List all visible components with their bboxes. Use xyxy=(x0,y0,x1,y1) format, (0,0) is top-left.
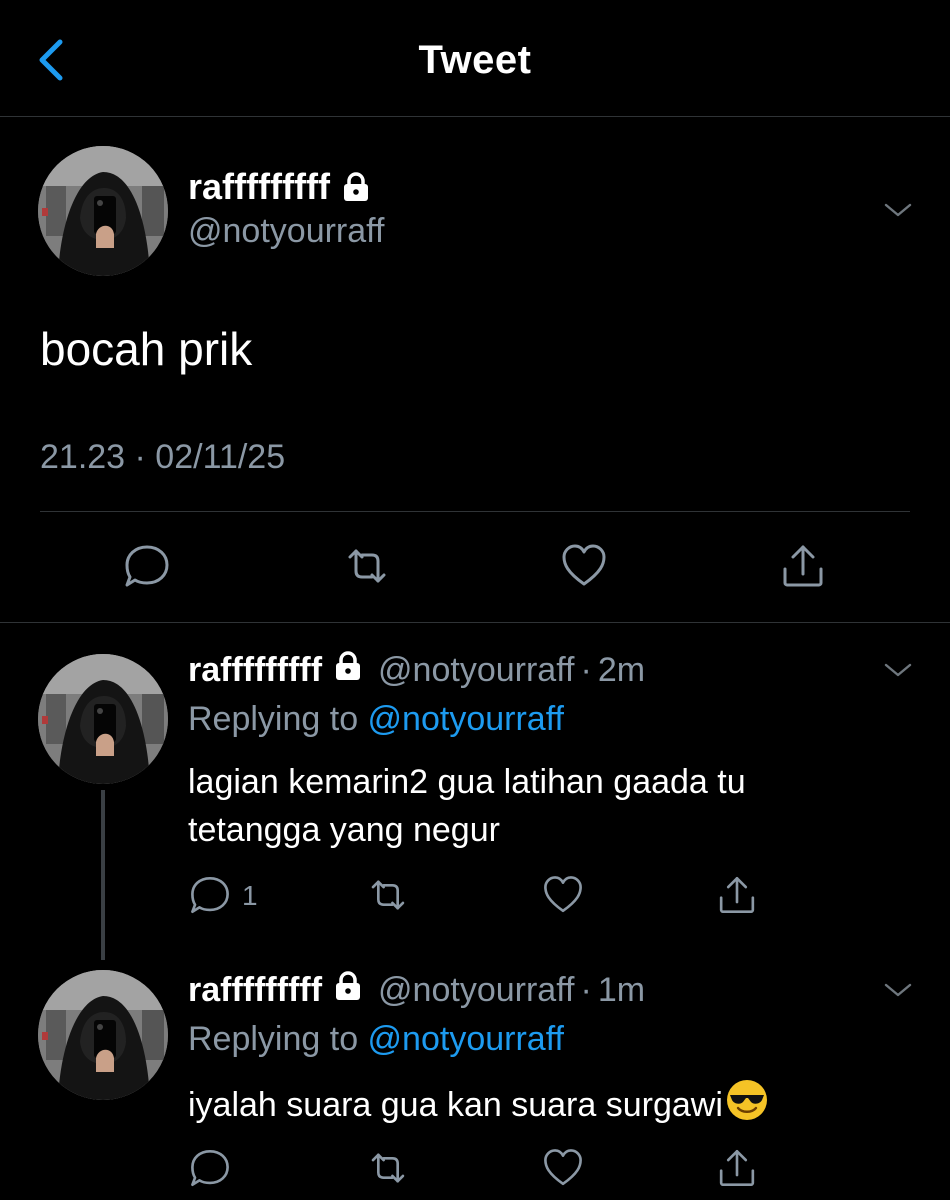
replying-to-label: Replying to xyxy=(188,700,368,738)
replying-to: Replying to @notyourraff xyxy=(188,1020,564,1059)
reply-time[interactable]: 1m xyxy=(598,971,645,1010)
lock-icon xyxy=(332,650,364,691)
replying-to-label: Replying to xyxy=(188,1020,368,1058)
reply-text-line: lagian kemarin2 gua latihan gaada tu xyxy=(188,763,746,801)
like-icon[interactable] xyxy=(559,541,609,591)
reply-count: 1 xyxy=(242,880,258,911)
divider xyxy=(40,511,910,512)
avatar[interactable] xyxy=(38,970,168,1100)
author-name[interactable]: rafffffffff xyxy=(188,166,330,208)
reply-text: lagian kemarin2 gua latihan gaada tu tet… xyxy=(188,758,888,854)
reply-icon[interactable] xyxy=(188,873,232,917)
share-icon[interactable] xyxy=(715,1146,759,1190)
like-icon[interactable] xyxy=(541,873,585,917)
replying-to-mention[interactable]: @notyourraff xyxy=(368,700,564,738)
author-handle[interactable]: @notyourraff xyxy=(378,651,574,690)
avatar[interactable] xyxy=(38,146,168,276)
lock-icon xyxy=(332,970,364,1011)
author-handle[interactable]: @notyourraff xyxy=(188,212,384,251)
reply-header: rafffffffff @notyourraff · 1m xyxy=(188,970,645,1011)
reply-header: rafffffffff @notyourraff · 2m xyxy=(188,650,645,691)
replying-to-mention[interactable]: @notyourraff xyxy=(368,1020,564,1058)
chevron-down-icon[interactable] xyxy=(883,200,913,220)
share-icon[interactable] xyxy=(778,541,828,591)
tweet-text: bocah prik xyxy=(40,323,253,375)
reply-icon[interactable] xyxy=(122,541,172,591)
lock-icon xyxy=(340,171,372,203)
chevron-down-icon[interactable] xyxy=(883,660,913,680)
share-icon[interactable] xyxy=(715,873,759,917)
retweet-icon[interactable] xyxy=(366,873,410,917)
reply-text-line: tetangga yang negur xyxy=(188,811,500,849)
tweet-timestamp[interactable]: 21.23 · 02/11/25 xyxy=(40,438,285,477)
chevron-down-icon[interactable] xyxy=(883,980,913,1000)
reply-text-line: iyalah suara gua kan suara surgawi xyxy=(188,1086,723,1124)
divider xyxy=(0,622,950,623)
retweet-icon[interactable] xyxy=(366,1146,410,1190)
sunglasses-emoji-icon xyxy=(725,1078,769,1135)
replying-to: Replying to @notyourraff xyxy=(188,700,564,739)
reply-text: iyalah suara gua kan suara surgawi xyxy=(188,1078,888,1135)
top-bar: Tweet xyxy=(0,0,950,117)
reply-icon[interactable] xyxy=(188,1146,232,1190)
author-handle[interactable]: @notyourraff xyxy=(378,971,574,1010)
page-title: Tweet xyxy=(418,38,532,82)
author-name-row[interactable]: rafffffffff xyxy=(188,166,372,208)
separator-dot: · xyxy=(580,651,592,689)
retweet-icon[interactable] xyxy=(342,541,392,591)
reply-time[interactable]: 2m xyxy=(598,651,645,690)
author-name[interactable]: rafffffffff xyxy=(188,971,322,1010)
separator-dot: · xyxy=(580,971,592,1009)
author-name[interactable]: rafffffffff xyxy=(188,651,322,690)
thread-line xyxy=(101,790,105,960)
avatar[interactable] xyxy=(38,654,168,784)
like-icon[interactable] xyxy=(541,1146,585,1190)
